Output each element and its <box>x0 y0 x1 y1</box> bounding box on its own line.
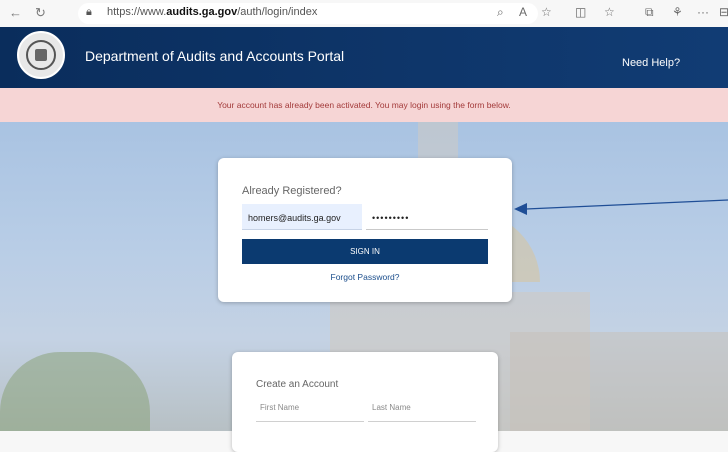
lock-icon[interactable]: 🔒︎ <box>86 6 92 19</box>
more-icon[interactable]: ··· <box>697 5 709 19</box>
portal-title: Department of Audits and Accounts Portal <box>85 48 345 64</box>
search-icon[interactable]: ⌕ <box>497 5 504 20</box>
alert-message: Your account has already been activated.… <box>217 100 511 110</box>
extensions-icon[interactable]: ⚘ <box>672 5 683 19</box>
department-seal-logo[interactable] <box>17 31 65 79</box>
favorite-icon[interactable]: ☆ <box>541 5 552 19</box>
portal-header: Department of Audits and Accounts Portal… <box>0 27 728 88</box>
email-field[interactable]: homers@audits.ga.gov <box>242 204 362 230</box>
password-field[interactable]: ••••••••• <box>366 204 488 230</box>
sidebar-icon[interactable]: ⊟ <box>719 5 728 19</box>
reload-icon[interactable]: ↻ <box>35 5 46 21</box>
create-account-heading: Create an Account <box>256 379 339 390</box>
collections-icon[interactable]: ⧉ <box>645 5 654 20</box>
first-name-field[interactable]: First Name <box>256 398 364 422</box>
back-arrow-icon[interactable]: ← <box>9 5 22 20</box>
address-bar[interactable]: 🔒︎ https://www.audits.ga.gov/auth/login/… <box>78 3 538 24</box>
last-name-field[interactable]: Last Name <box>368 398 476 422</box>
read-aloud-icon[interactable]: A <box>519 5 527 19</box>
forgot-password-link[interactable]: Forgot Password? <box>218 272 512 282</box>
browser-toolbar: ← ↻ 🔒︎ https://www.audits.ga.gov/auth/lo… <box>0 0 728 28</box>
url-text: https://www.audits.ga.gov/auth/login/ind… <box>107 6 318 18</box>
create-account-card: Create an Account First Name Last Name <box>232 352 498 452</box>
sign-in-button[interactable]: SIGN IN <box>242 239 488 264</box>
activation-alert: Your account has already been activated.… <box>0 88 728 122</box>
need-help-link[interactable]: Need Help? <box>622 57 680 69</box>
split-screen-icon[interactable]: ◫ <box>575 5 586 19</box>
login-card: Already Registered? homers@audits.ga.gov… <box>218 158 512 302</box>
favorites-list-icon[interactable]: ☆ <box>604 5 615 19</box>
login-heading: Already Registered? <box>242 185 342 197</box>
